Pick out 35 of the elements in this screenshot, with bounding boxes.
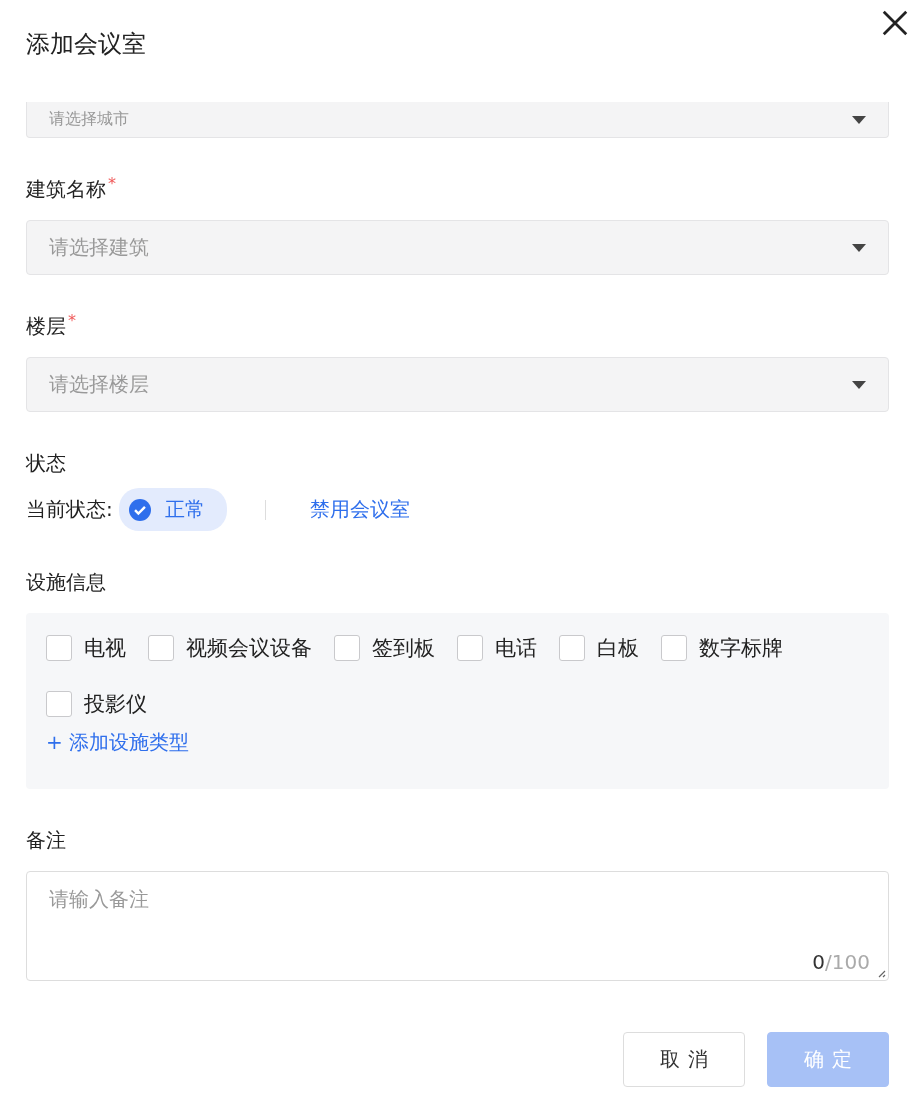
section-label: 设施信息 <box>26 568 106 596</box>
status-label: 当前状态: <box>26 496 113 523</box>
checkbox[interactable] <box>334 635 360 661</box>
required-mark: * <box>68 311 76 330</box>
checkbox[interactable] <box>661 635 687 661</box>
required-mark: * <box>108 174 116 193</box>
field-label: 楼层 <box>26 312 66 340</box>
field-label: 建筑名称 <box>26 175 106 203</box>
character-counter: 0/100 <box>812 950 870 974</box>
check-circle-icon <box>128 498 151 521</box>
facility-checkbox[interactable]: 投影仪 <box>46 687 147 721</box>
facility-checkbox[interactable]: 签到板 <box>334 631 435 665</box>
facility-checkbox[interactable]: 白板 <box>559 631 639 665</box>
facility-checkbox[interactable]: 数字标牌 <box>661 631 783 665</box>
resize-handle-icon[interactable] <box>876 968 886 978</box>
add-facility-link[interactable]: + 添加设施类型 <box>46 729 190 756</box>
checkbox[interactable] <box>559 635 585 661</box>
dialog-title: 添加会议室 <box>26 29 146 60</box>
checkbox[interactable] <box>46 691 72 717</box>
checkbox[interactable] <box>46 635 72 661</box>
remark-field[interactable]: 请输入备注 0/100 <box>26 871 889 981</box>
cancel-button[interactable]: 取消 <box>623 1032 745 1087</box>
field-label: 备注 <box>26 826 66 854</box>
checkbox[interactable] <box>457 635 483 661</box>
checkbox[interactable] <box>148 635 174 661</box>
facility-checkbox[interactable]: 视频会议设备 <box>148 631 312 665</box>
facility-checkbox[interactable]: 电话 <box>457 631 537 665</box>
section-label: 状态 <box>26 449 66 477</box>
disable-link[interactable]: 禁用会议室 <box>309 496 410 523</box>
caret-icon <box>852 243 866 252</box>
status-badge: 正常 <box>118 488 227 531</box>
facility-checkbox[interactable]: 电视 <box>46 631 126 665</box>
caret-icon <box>852 115 866 124</box>
close-icon[interactable] <box>880 8 910 38</box>
caret-icon <box>852 380 866 389</box>
